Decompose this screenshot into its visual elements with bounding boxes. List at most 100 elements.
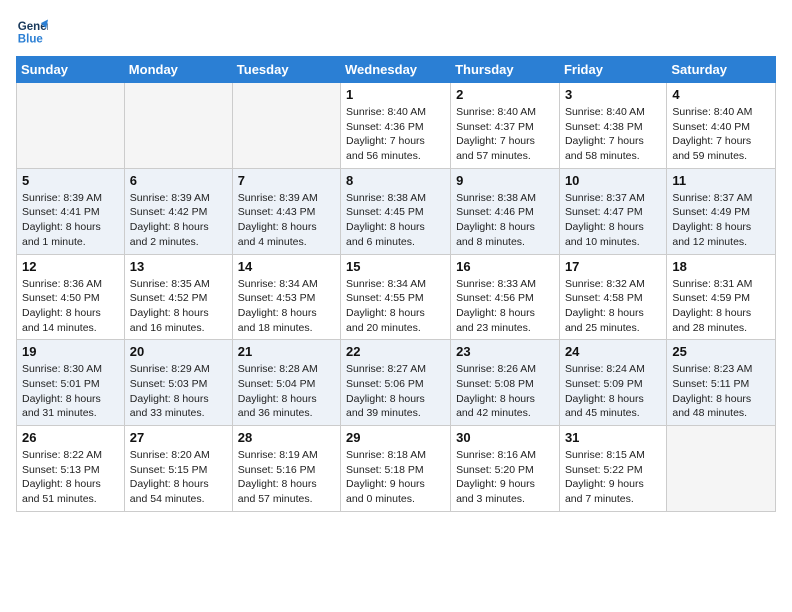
day-number: 4	[672, 87, 770, 102]
calendar-week-row: 26Sunrise: 8:22 AMSunset: 5:13 PMDayligh…	[17, 426, 776, 512]
weekday-header-saturday: Saturday	[667, 57, 776, 83]
weekday-header-sunday: Sunday	[17, 57, 125, 83]
calendar-cell: 17 Sunrise: 8:32 AMSunset: 4:58 PMDayligh…	[559, 254, 666, 340]
calendar-cell: 20Sunrise: 8:29 AMSunset: 5:03 PMDayligh…	[124, 340, 232, 426]
day-info: Sunrise: 8:36 AMSunset: 4:50 PMDaylight:…	[22, 277, 119, 336]
calendar-cell: 24Sunrise: 8:24 AMSunset: 5:09 PMDayligh…	[559, 340, 666, 426]
day-number: 24	[565, 344, 661, 359]
calendar-cell: 22 Sunrise: 8:27 AMSunset: 5:06 PMDayligh…	[341, 340, 451, 426]
day-number: 17	[565, 259, 661, 274]
day-number: 7	[238, 173, 335, 188]
day-number: 25	[672, 344, 770, 359]
day-number: 5	[22, 173, 119, 188]
day-info: Sunrise: 8:38 AMSunset: 4:46 PMDaylight:…	[456, 191, 554, 250]
day-number: 23	[456, 344, 554, 359]
day-info: Sunrise: 8:28 AMSunset: 5:04 PMDaylight:…	[238, 362, 335, 421]
day-info: Sunrise: 8:35 AMSunset: 4:52 PMDaylight:…	[130, 277, 227, 336]
calendar-cell	[124, 83, 232, 169]
day-number: 10	[565, 173, 661, 188]
day-number: 12	[22, 259, 119, 274]
svg-text:Blue: Blue	[18, 34, 44, 46]
weekday-header-thursday: Thursday	[451, 57, 560, 83]
day-info: Sunrise: 8:19 AMSunset: 5:16 PMDaylight:…	[238, 448, 335, 507]
calendar-cell: 8 Sunrise: 8:38 AMSunset: 4:45 PMDaylight…	[341, 168, 451, 254]
calendar-week-row: 12 Sunrise: 8:36 AMSunset: 4:50 PMDayligh…	[17, 254, 776, 340]
calendar-cell: 9 Sunrise: 8:38 AMSunset: 4:46 PMDaylight…	[451, 168, 560, 254]
day-number: 21	[238, 344, 335, 359]
calendar-table: SundayMondayTuesdayWednesdayThursdayFrid…	[16, 56, 776, 512]
calendar-cell: 1 Sunrise: 8:40 AMSunset: 4:36 PMDaylight…	[341, 83, 451, 169]
day-info: Sunrise: 8:31 AMSunset: 4:59 PMDaylight:…	[672, 277, 770, 336]
day-info: Sunrise: 8:40 AMSunset: 4:37 PMDaylight:…	[456, 105, 554, 164]
calendar-cell: 18Sunrise: 8:31 AMSunset: 4:59 PMDayligh…	[667, 254, 776, 340]
calendar-cell: 26Sunrise: 8:22 AMSunset: 5:13 PMDayligh…	[17, 426, 125, 512]
calendar-cell: 11 Sunrise: 8:37 AMSunset: 4:49 PMDayligh…	[667, 168, 776, 254]
day-info: Sunrise: 8:39 AMSunset: 4:41 PMDaylight:…	[22, 191, 119, 250]
day-number: 9	[456, 173, 554, 188]
day-info: Sunrise: 8:15 AMSunset: 5:22 PMDaylight:…	[565, 448, 661, 507]
logo: General Blue	[16, 16, 52, 48]
calendar-cell: 25 Sunrise: 8:23 AMSunset: 5:11 PMDayligh…	[667, 340, 776, 426]
day-info: Sunrise: 8:39 AMSunset: 4:42 PMDaylight:…	[130, 191, 227, 250]
calendar-week-row: 1 Sunrise: 8:40 AMSunset: 4:36 PMDaylight…	[17, 83, 776, 169]
calendar-cell	[232, 83, 340, 169]
day-number: 14	[238, 259, 335, 274]
calendar-cell	[667, 426, 776, 512]
day-info: Sunrise: 8:16 AMSunset: 5:20 PMDaylight:…	[456, 448, 554, 507]
calendar-cell: 21 Sunrise: 8:28 AMSunset: 5:04 PMDayligh…	[232, 340, 340, 426]
calendar-cell: 4 Sunrise: 8:40 AMSunset: 4:40 PMDaylight…	[667, 83, 776, 169]
day-info: Sunrise: 8:20 AMSunset: 5:15 PMDaylight:…	[130, 448, 227, 507]
day-number: 1	[346, 87, 445, 102]
day-info: Sunrise: 8:34 AMSunset: 4:53 PMDaylight:…	[238, 277, 335, 336]
day-info: Sunrise: 8:26 AMSunset: 5:08 PMDaylight:…	[456, 362, 554, 421]
calendar-cell: 31 Sunrise: 8:15 AMSunset: 5:22 PMDayligh…	[559, 426, 666, 512]
day-number: 6	[130, 173, 227, 188]
day-info: Sunrise: 8:40 AMSunset: 4:36 PMDaylight:…	[346, 105, 445, 164]
day-number: 19	[22, 344, 119, 359]
day-info: Sunrise: 8:40 AMSunset: 4:40 PMDaylight:…	[672, 105, 770, 164]
day-info: Sunrise: 8:39 AMSunset: 4:43 PMDaylight:…	[238, 191, 335, 250]
weekday-header-tuesday: Tuesday	[232, 57, 340, 83]
calendar-cell: 6 Sunrise: 8:39 AMSunset: 4:42 PMDaylight…	[124, 168, 232, 254]
day-number: 2	[456, 87, 554, 102]
header: General Blue	[16, 16, 776, 48]
weekday-header-friday: Friday	[559, 57, 666, 83]
calendar-cell: 12 Sunrise: 8:36 AMSunset: 4:50 PMDayligh…	[17, 254, 125, 340]
calendar-cell: 14 Sunrise: 8:34 AMSunset: 4:53 PMDayligh…	[232, 254, 340, 340]
day-info: Sunrise: 8:37 AMSunset: 4:49 PMDaylight:…	[672, 191, 770, 250]
day-info: Sunrise: 8:32 AMSunset: 4:58 PMDaylight:…	[565, 277, 661, 336]
calendar-cell: 5 Sunrise: 8:39 AMSunset: 4:41 PMDaylight…	[17, 168, 125, 254]
calendar-cell: 27 Sunrise: 8:20 AMSunset: 5:15 PMDayligh…	[124, 426, 232, 512]
calendar-cell: 30 Sunrise: 8:16 AMSunset: 5:20 PMDayligh…	[451, 426, 560, 512]
day-number: 22	[346, 344, 445, 359]
weekday-header-wednesday: Wednesday	[341, 57, 451, 83]
day-number: 16	[456, 259, 554, 274]
day-info: Sunrise: 8:33 AMSunset: 4:56 PMDaylight:…	[456, 277, 554, 336]
day-number: 31	[565, 430, 661, 445]
day-info: Sunrise: 8:22 AMSunset: 5:13 PMDaylight:…	[22, 448, 119, 507]
day-number: 28	[238, 430, 335, 445]
calendar-cell: 28 Sunrise: 8:19 AMSunset: 5:16 PMDayligh…	[232, 426, 340, 512]
weekday-header-monday: Monday	[124, 57, 232, 83]
day-info: Sunrise: 8:27 AMSunset: 5:06 PMDaylight:…	[346, 362, 445, 421]
day-info: Sunrise: 8:23 AMSunset: 5:11 PMDaylight:…	[672, 362, 770, 421]
day-info: Sunrise: 8:30 AMSunset: 5:01 PMDaylight:…	[22, 362, 119, 421]
day-info: Sunrise: 8:40 AMSunset: 4:38 PMDaylight:…	[565, 105, 661, 164]
calendar-cell: 13Sunrise: 8:35 AMSunset: 4:52 PMDayligh…	[124, 254, 232, 340]
calendar-cell: 16 Sunrise: 8:33 AMSunset: 4:56 PMDayligh…	[451, 254, 560, 340]
calendar-week-row: 19 Sunrise: 8:30 AMSunset: 5:01 PMDayligh…	[17, 340, 776, 426]
day-number: 15	[346, 259, 445, 274]
calendar-cell: 2 Sunrise: 8:40 AMSunset: 4:37 PMDaylight…	[451, 83, 560, 169]
calendar-cell: 29Sunrise: 8:18 AMSunset: 5:18 PMDayligh…	[341, 426, 451, 512]
weekday-header-row: SundayMondayTuesdayWednesdayThursdayFrid…	[17, 57, 776, 83]
day-number: 11	[672, 173, 770, 188]
day-info: Sunrise: 8:38 AMSunset: 4:45 PMDaylight:…	[346, 191, 445, 250]
day-number: 20	[130, 344, 227, 359]
day-number: 30	[456, 430, 554, 445]
calendar-cell: 19 Sunrise: 8:30 AMSunset: 5:01 PMDayligh…	[17, 340, 125, 426]
day-number: 27	[130, 430, 227, 445]
day-info: Sunrise: 8:34 AMSunset: 4:55 PMDaylight:…	[346, 277, 445, 336]
calendar-cell: 3Sunrise: 8:40 AMSunset: 4:38 PMDaylight…	[559, 83, 666, 169]
day-number: 29	[346, 430, 445, 445]
day-number: 8	[346, 173, 445, 188]
